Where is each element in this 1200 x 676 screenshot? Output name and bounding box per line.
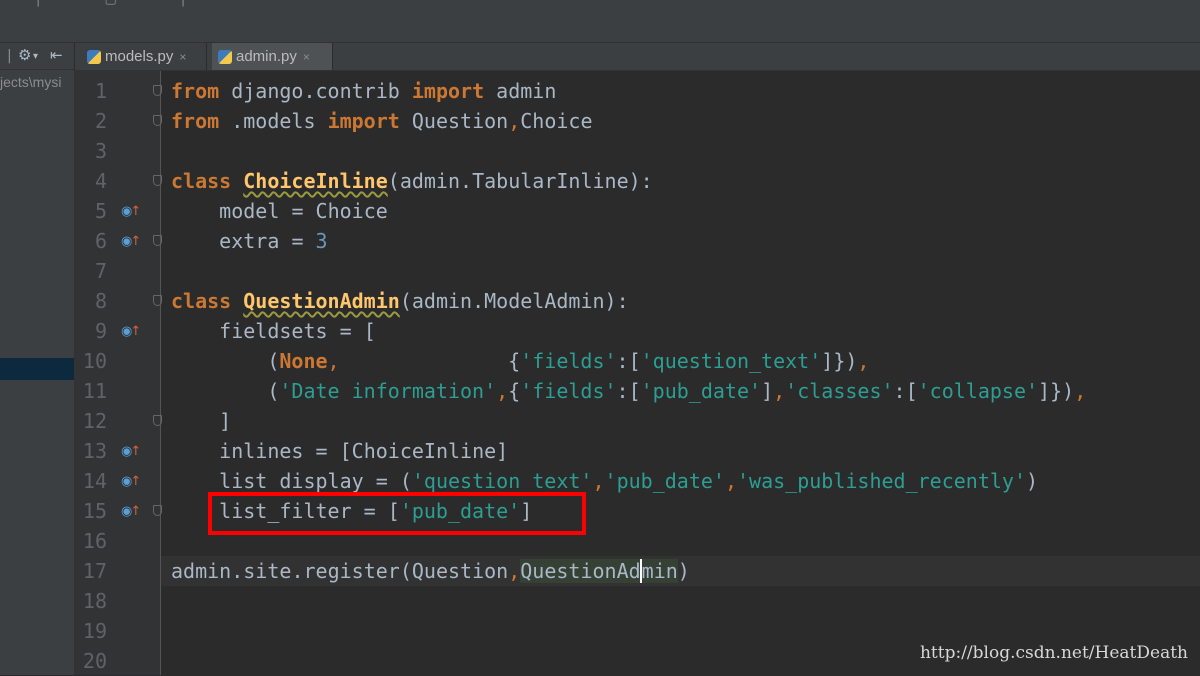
fold-icon[interactable] [153, 505, 162, 516]
code-line[interactable]: 18 [0, 586, 1200, 616]
code-text[interactable]: class QuestionAdmin(admin.ModelAdmin): [171, 286, 629, 316]
tab-label: models.py [105, 48, 174, 65]
line-number: 6 [94, 229, 107, 253]
line-number: 3 [94, 139, 107, 163]
collapse-left-icon[interactable]: ⇤ [50, 46, 63, 64]
code-text[interactable]: inlines = [ChoiceInline] [171, 436, 508, 466]
line-number: 14 [82, 469, 107, 493]
code-text[interactable]: fieldsets = [ [171, 316, 376, 346]
fold-icon[interactable] [153, 175, 162, 186]
line-number: 20 [82, 649, 107, 673]
line-number: 1 [94, 79, 107, 103]
fold-icon[interactable] [153, 295, 162, 306]
project-toolbar: | ⚙ ▾ ⇤ [0, 43, 74, 70]
line-number: 15 [82, 499, 107, 523]
line-number: 8 [94, 289, 107, 313]
code-text[interactable]: extra = 3 [171, 226, 327, 256]
code-text[interactable]: ] [171, 406, 231, 436]
close-icon[interactable]: × [303, 50, 310, 64]
fold-icon[interactable] [153, 415, 162, 426]
line-number: 11 [82, 379, 107, 403]
code-line[interactable]: 8 class QuestionAdmin(admin.ModelAdmin): [0, 286, 1200, 316]
override-marker-icon[interactable]: ◉↑ [121, 474, 141, 490]
code-text[interactable]: ('Date information',{'fields':['pub_date… [171, 376, 1086, 406]
line-number: 10 [82, 349, 107, 373]
line-number: 18 [82, 589, 107, 613]
code-text[interactable]: admin.site.register(Question,QuestionAdm… [171, 556, 690, 586]
tab-admin-py[interactable]: admin.py × [212, 43, 333, 70]
override-marker-icon[interactable]: ◉↑ [121, 504, 141, 520]
code-text[interactable]: from .models import Question,Choice [171, 106, 592, 136]
line-number: 9 [94, 319, 107, 343]
override-marker-icon[interactable]: ◉↑ [121, 324, 141, 340]
code-line[interactable]: 5 ◉↑ model = Choice [0, 196, 1200, 226]
fold-icon[interactable] [153, 85, 162, 96]
line-number: 7 [94, 259, 107, 283]
line-number: 16 [82, 529, 107, 553]
line-number: 12 [82, 409, 107, 433]
fold-icon[interactable] [153, 115, 162, 126]
code-text[interactable]: class ChoiceInline(admin.TabularInline): [171, 166, 653, 196]
editor-tabs: models.py × admin.py × [75, 43, 1200, 71]
python-file-icon [218, 49, 232, 64]
code-text[interactable]: model = Choice [171, 196, 388, 226]
code-line[interactable]: 2 from .models import Question,Choice [0, 106, 1200, 136]
line-number: 13 [82, 439, 107, 463]
dropdown-icon[interactable]: ▾ [33, 51, 38, 62]
close-icon[interactable]: × [179, 50, 186, 64]
code-line[interactable]: 17 admin.site.register(Question,QuestionA… [0, 556, 1200, 586]
watermark: http://blog.csdn.net/HeatDeath [919, 643, 1188, 663]
code-line[interactable]: 7 [0, 256, 1200, 286]
code-line[interactable]: 10 (None, {'fields':['question_text']}), [0, 346, 1200, 376]
tab-models-py[interactable]: models.py × [81, 43, 207, 70]
code-line[interactable]: 16 [0, 526, 1200, 556]
toolbar-separator: | [7, 48, 12, 64]
code-line[interactable]: 4 class ChoiceInline(admin.TabularInline)… [0, 166, 1200, 196]
menu-fragment: | ▢ | [36, 0, 215, 7]
code-line[interactable]: 19 [0, 616, 1200, 646]
code-text[interactable]: (None, {'fields':['question_text']}), [171, 346, 869, 376]
override-marker-icon[interactable]: ◉↑ [121, 204, 141, 220]
code-line[interactable]: 1 from django.contrib import admin [0, 76, 1200, 106]
python-file-icon [87, 49, 101, 64]
code-line[interactable]: 6 ◉↑ extra = 3 [0, 226, 1200, 256]
line-number: 17 [82, 559, 107, 583]
code-line[interactable]: 12 ] [0, 406, 1200, 436]
code-line[interactable]: 15 ◉↑ list_filter = ['pub_date'] [0, 496, 1200, 526]
annotation-highlight-box [208, 492, 586, 535]
title-bar: | ▢ | [0, 0, 1200, 43]
code-line[interactable]: 14 ◉↑ list_display = ('question_text','pu… [0, 466, 1200, 496]
tab-label: admin.py [236, 48, 297, 65]
line-number: 5 [94, 199, 107, 223]
override-marker-icon[interactable]: ◉↑ [121, 234, 141, 250]
override-marker-icon[interactable]: ◉↑ [121, 444, 141, 460]
line-number: 4 [94, 169, 107, 193]
code-text[interactable]: from django.contrib import admin [171, 76, 556, 106]
line-number: 19 [82, 619, 107, 643]
code-line[interactable]: 9 ◉↑ fieldsets = [ [0, 316, 1200, 346]
code-line[interactable]: 13 ◉↑ inlines = [ChoiceInline] [0, 436, 1200, 466]
fold-icon[interactable] [153, 235, 162, 246]
line-number: 2 [94, 109, 107, 133]
gear-icon[interactable]: ⚙ [18, 46, 31, 64]
code-line[interactable]: 3 [0, 136, 1200, 166]
code-line[interactable]: 11 ('Date information',{'fields':['pub_d… [0, 376, 1200, 406]
